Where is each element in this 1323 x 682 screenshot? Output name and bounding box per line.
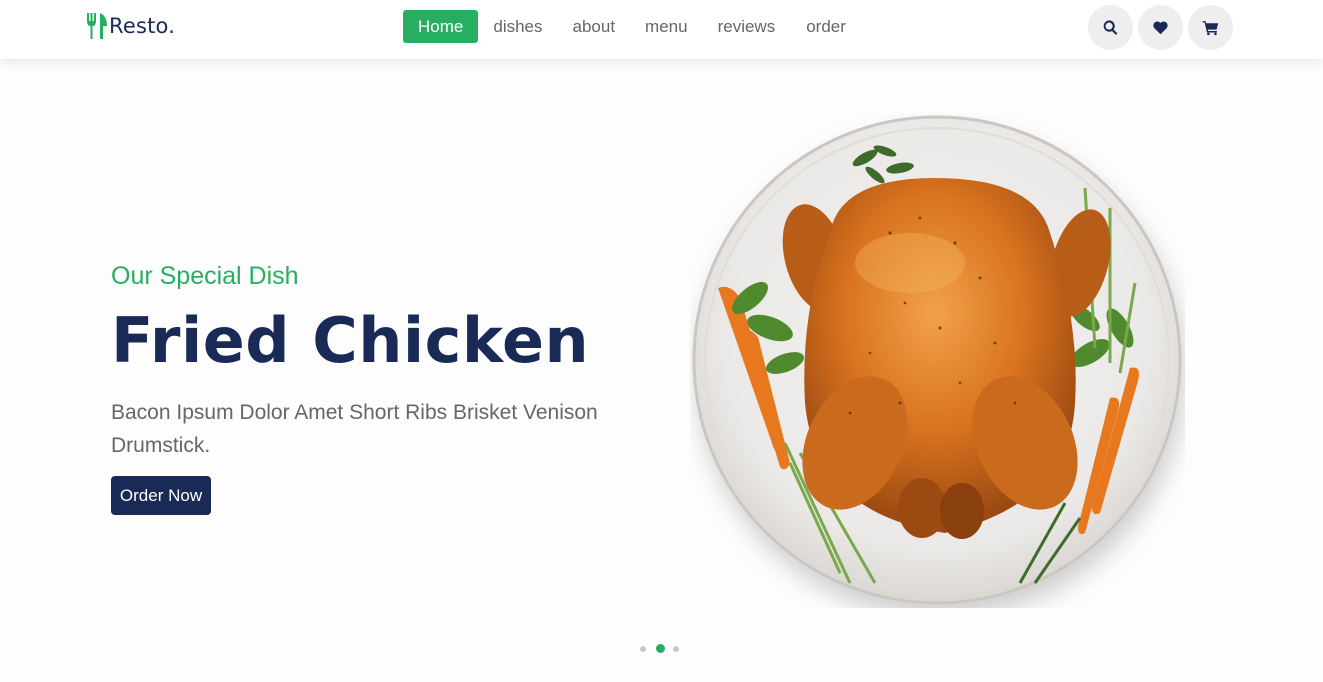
hero-dish-image (690, 113, 1185, 608)
logo[interactable]: Resto. (86, 12, 175, 40)
slider-dot-active[interactable] (656, 644, 665, 653)
slider-dot[interactable] (640, 645, 646, 652)
cart-icon (1202, 21, 1219, 36)
slider-pagination (640, 644, 689, 653)
slider-dot[interactable] (673, 645, 679, 652)
cart-button[interactable] (1188, 5, 1233, 50)
main-nav: Home dishes about menu reviews order (403, 10, 846, 43)
hero-subtitle: Our Special Dish (111, 262, 299, 290)
search-icon (1103, 20, 1118, 35)
site-header: Resto. Home dishes about menu reviews or… (0, 0, 1323, 59)
search-button[interactable] (1088, 5, 1133, 50)
nav-order[interactable]: order (806, 10, 846, 43)
wishlist-button[interactable] (1138, 5, 1183, 50)
nav-reviews[interactable]: reviews (718, 10, 776, 43)
logo-text: Resto. (109, 14, 176, 38)
heart-icon (1153, 21, 1168, 35)
nav-home[interactable]: Home (403, 10, 479, 43)
hero-description: Bacon Ipsum Dolor Amet Short Ribs Briske… (111, 401, 598, 457)
utensils-icon (86, 13, 108, 39)
order-now-button[interactable]: Order Now (111, 476, 211, 515)
nav-menu[interactable]: menu (645, 10, 688, 43)
nav-about[interactable]: about (573, 10, 616, 43)
hero-title: Fried Chicken (111, 304, 590, 377)
nav-dishes[interactable]: dishes (493, 10, 542, 43)
